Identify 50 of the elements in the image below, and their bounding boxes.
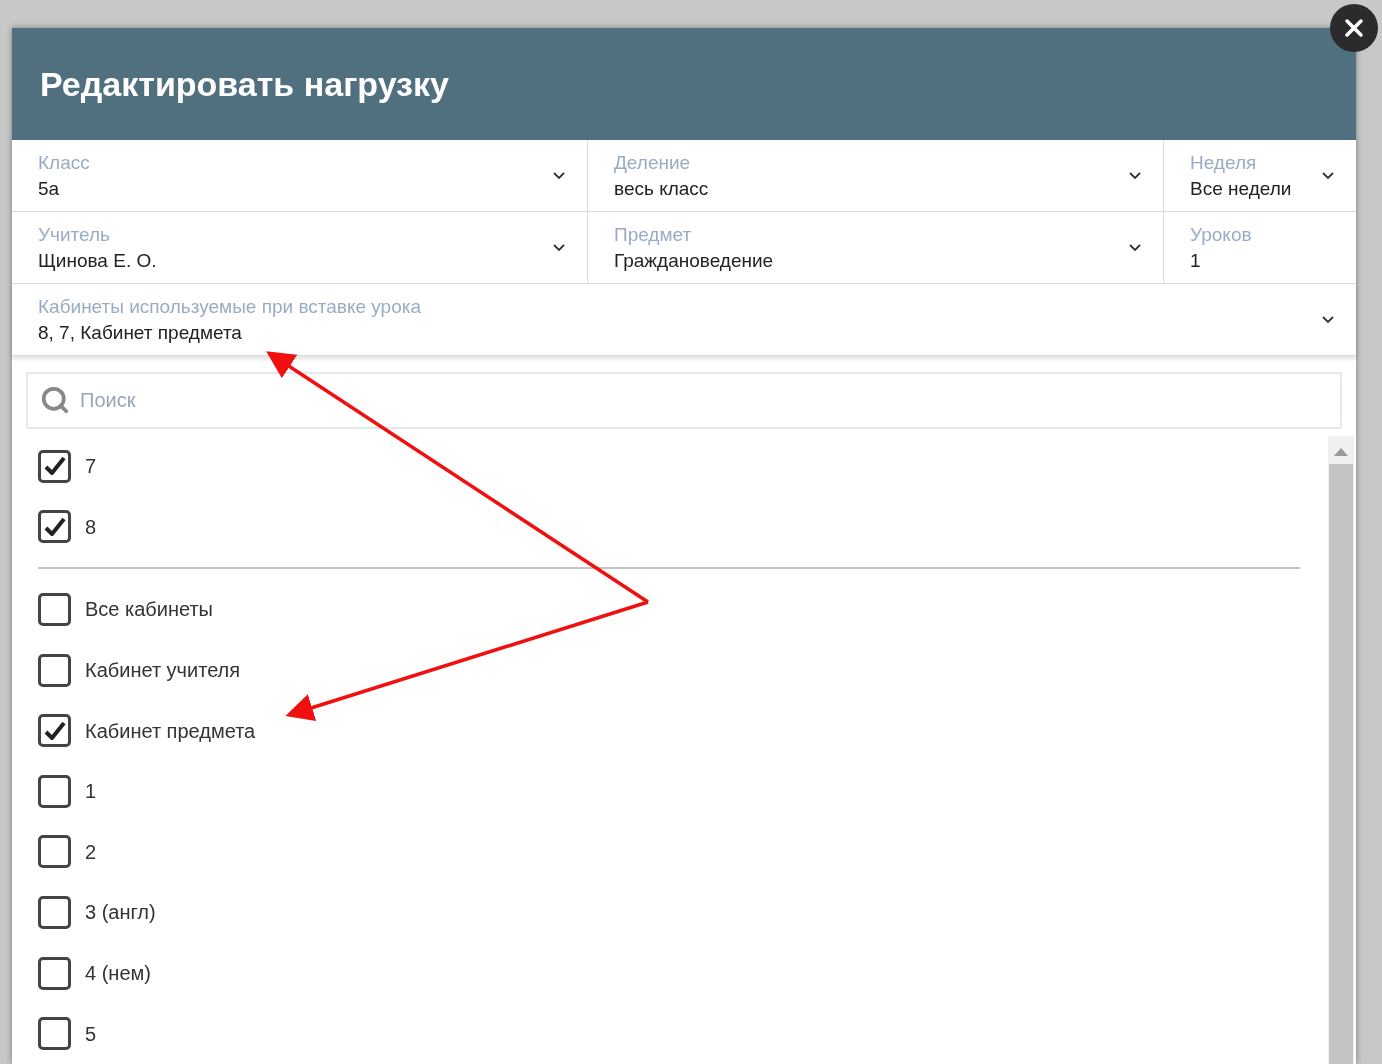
- field-label: Предмет: [614, 222, 693, 247]
- chevron-down-icon: [553, 172, 565, 179]
- close-button[interactable]: [1330, 4, 1378, 52]
- field-label: Деление: [614, 150, 692, 175]
- checkmark-icon: [43, 456, 66, 477]
- option-label[interactable]: 5: [85, 1018, 97, 1049]
- field-label: Учитель: [38, 222, 111, 247]
- field-value: Граждановедение: [614, 248, 775, 273]
- chevron-down-icon: [1322, 172, 1334, 179]
- checkbox[interactable]: [38, 592, 71, 626]
- field-label: Кабинеты используемые при вставке урока: [38, 294, 422, 319]
- checkbox[interactable]: [38, 510, 71, 544]
- field-value: 5а: [38, 176, 61, 201]
- checkmark-icon: [43, 516, 66, 537]
- option-label[interactable]: 3 (англ): [85, 897, 156, 928]
- field-value: 8, 7, Кабинет предмета: [38, 320, 243, 345]
- checkbox[interactable]: [38, 956, 71, 990]
- field-label: Класс: [38, 150, 91, 175]
- field-value: 1: [1190, 248, 1202, 273]
- dialog-title: Редактировать нагрузку: [40, 63, 449, 105]
- chevron-down-icon: [1322, 316, 1334, 323]
- option-label[interactable]: 1: [85, 776, 97, 807]
- option-label[interactable]: Все кабинеты: [85, 594, 213, 625]
- checkbox[interactable]: [38, 653, 71, 687]
- checkmark-icon: [43, 720, 66, 741]
- checkbox[interactable]: [38, 449, 71, 483]
- option-label[interactable]: 4 (нем): [85, 958, 151, 989]
- select-field[interactable]: Учитель Щинова Е. О.: [12, 212, 588, 283]
- chevron-down-icon: [1129, 172, 1141, 179]
- option-label[interactable]: Кабинет предмета: [85, 715, 256, 746]
- search-field[interactable]: Поиск: [26, 372, 1342, 429]
- option-label[interactable]: 7: [85, 451, 97, 482]
- field-value: Все недели: [1190, 176, 1293, 201]
- field-value: Щинова Е. О.: [38, 248, 158, 273]
- select-field[interactable]: Класс 5а: [12, 140, 588, 211]
- field-label: Неделя: [1190, 150, 1258, 175]
- checkbox[interactable]: [38, 714, 71, 748]
- chevron-down-icon: [553, 244, 565, 251]
- checkbox[interactable]: [38, 1017, 71, 1051]
- field-label: Уроков: [1190, 222, 1253, 247]
- checkbox[interactable]: [38, 835, 71, 869]
- checkbox[interactable]: [38, 895, 71, 929]
- search-icon: [40, 385, 70, 415]
- checkbox[interactable]: [38, 774, 71, 808]
- field-value: весь класс: [614, 176, 710, 201]
- option-label[interactable]: Кабинет учителя: [85, 655, 241, 686]
- select-field[interactable]: Кабинеты используемые при вставке урока 8, 7, Кабинет предмета: [12, 284, 1356, 355]
- option-label[interactable]: 8: [85, 511, 97, 542]
- chevron-down-icon: [1129, 244, 1141, 251]
- option-label[interactable]: 2: [85, 836, 97, 867]
